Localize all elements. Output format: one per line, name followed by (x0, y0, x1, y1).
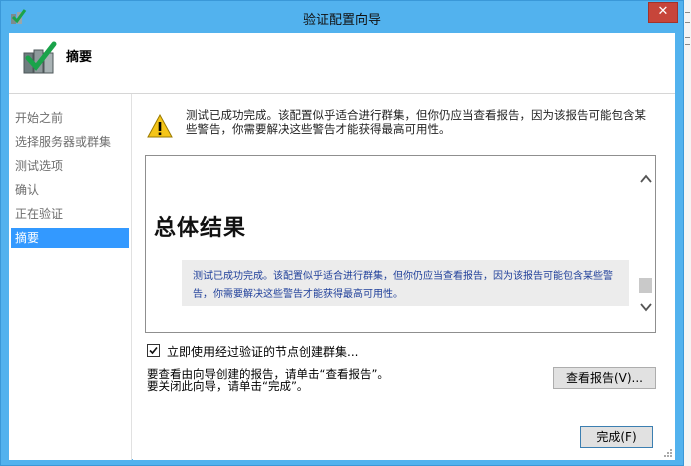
finish-button[interactable]: 完成(F) (580, 426, 653, 448)
background-mark (685, 12, 690, 13)
nav-item-confirmation[interactable]: 确认 (11, 180, 129, 200)
create-cluster-label: 立即使用经过验证的节点创建群集... (167, 345, 359, 359)
summary-panel: 测试已成功完成。该配置似乎适合进行群集，但你仍应当查看报告，因为该报告可能包含某… (133, 94, 675, 460)
validate-cluster-icon (23, 41, 57, 74)
close-button[interactable]: ✕ (648, 2, 678, 23)
background-mark (685, 44, 690, 45)
report-result-panel: 测试已成功完成。该配置似乎适合进行群集，但你仍应当查看报告，因为该报告可能包含某… (182, 260, 629, 306)
warning-icon (147, 114, 173, 138)
nav-item-testing-options[interactable]: 测试选项 (11, 156, 129, 176)
page-title: 摘要 (66, 50, 93, 65)
close-hint: 要关闭此向导，请单击“完成”。 (147, 379, 309, 393)
title-bar[interactable]: 验证配置向导 ✕ (1, 1, 683, 33)
nav-item-before-you-begin[interactable]: 开始之前 (11, 108, 129, 128)
report-heading: 总体结果 (154, 216, 247, 241)
wizard-content: 开始之前 选择服务器或群集 测试选项 确认 正在验证 摘要 测试已成功完成。该配… (9, 93, 675, 460)
view-report-button[interactable]: 查看报告(V)... (553, 367, 656, 389)
nav-item-summary[interactable]: 摘要 (11, 228, 129, 248)
nav-item-select-servers[interactable]: 选择服务器或群集 (11, 132, 129, 152)
wizard-window: 验证配置向导 ✕ 摘要 开始之前 选择服务器或群集 测试选项 确认 正在验证 摘… (0, 0, 684, 466)
checkmark-icon (149, 346, 158, 355)
report-result-text: 测试已成功完成。该配置似乎适合进行群集，但你仍应当查看报告，因为该报告可能包含某… (193, 271, 613, 300)
scroll-down-icon[interactable] (639, 301, 653, 313)
instructions-text: 要查看由向导创建的报告，请单击“查看报告”。 要关闭此向导，请单击“完成”。 (147, 368, 537, 392)
wizard-steps-nav: 开始之前 选择服务器或群集 测试选项 确认 正在验证 摘要 (9, 94, 132, 460)
report-viewer[interactable]: 总体结果 测试已成功完成。该配置似乎适合进行群集，但你仍应当查看报告，因为该报告… (145, 155, 656, 333)
background-mark (685, 37, 690, 38)
background-strip (684, 0, 691, 466)
close-icon: ✕ (657, 4, 669, 19)
background-mark (685, 22, 690, 23)
create-cluster-checkbox[interactable] (147, 344, 160, 357)
scroll-up-icon[interactable] (639, 173, 653, 185)
wizard-header: 摘要 (9, 33, 675, 93)
report-scrollbar[interactable] (637, 156, 655, 332)
nav-item-validating[interactable]: 正在验证 (11, 204, 129, 224)
resize-grip-icon[interactable] (663, 448, 673, 458)
window-title: 验证配置向导 (302, 13, 381, 28)
scroll-thumb[interactable] (639, 278, 652, 293)
warning-message: 测试已成功完成。该配置似乎适合进行群集，但你仍应当查看报告，因为该报告可能包含某… (186, 108, 646, 136)
